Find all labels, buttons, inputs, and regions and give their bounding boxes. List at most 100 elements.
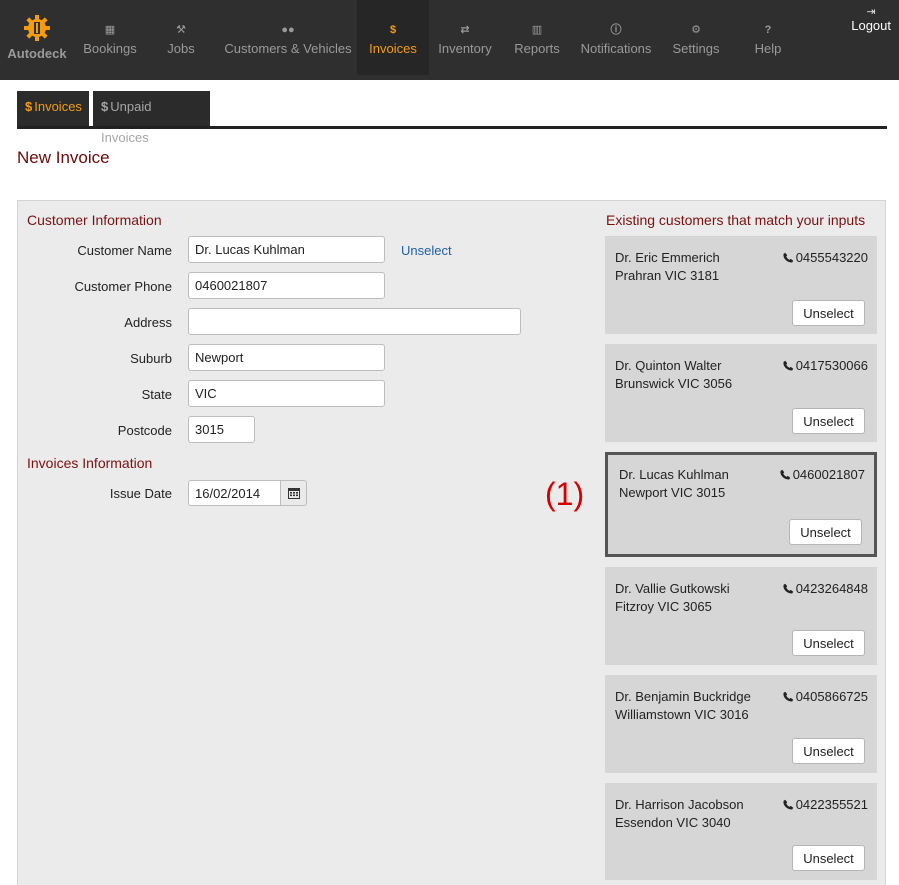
dollar-icon: $: [101, 99, 109, 114]
customer-phone-input[interactable]: [188, 272, 385, 299]
nav-label: Inventory: [438, 41, 492, 56]
state-label: State: [141, 387, 172, 402]
brand-logo[interactable]: Autodeck: [6, 14, 68, 61]
customer-name: Dr. Harrison Jacobson: [615, 797, 744, 812]
unselect-button[interactable]: Unselect: [792, 845, 865, 871]
cogs-icon: ⚙: [691, 24, 701, 36]
customer-location: Prahran VIC 3181: [615, 268, 720, 283]
customer-phone: 0417530066: [783, 357, 868, 375]
phone-number: 0460021807: [792, 467, 865, 482]
tab-label: Invoices: [34, 99, 82, 114]
unselect-button[interactable]: Unselect: [792, 408, 865, 434]
customer-name: Dr. Vallie Gutkowski: [615, 581, 730, 596]
invoice-subtabs: $ Invoices $ Unpaid Invoices: [17, 91, 887, 145]
unselect-button[interactable]: Unselect: [789, 519, 862, 545]
customer-name: Dr. Quinton Walter: [615, 358, 722, 373]
issue-date-input[interactable]: [188, 480, 281, 506]
phone-icon: [783, 360, 793, 371]
dollar-icon: $: [389, 24, 397, 36]
postcode-input[interactable]: [188, 416, 255, 443]
customer-name: Dr. Benjamin Buckridge: [615, 689, 751, 704]
exchange-icon: ⇄: [460, 24, 470, 36]
tab-label: Unpaid Invoices: [101, 99, 152, 145]
nav-jobs[interactable]: ⚒ Jobs: [158, 0, 204, 75]
info-icon: ⓘ: [610, 24, 622, 36]
unselect-button[interactable]: Unselect: [792, 738, 865, 764]
nav-label: Reports: [514, 41, 560, 56]
phone-icon: [783, 691, 793, 702]
unselect-link[interactable]: Unselect: [401, 243, 452, 258]
phone-number: 0455543220: [795, 250, 868, 265]
customer-name-input[interactable]: [188, 236, 385, 263]
nav-label: Help: [754, 41, 782, 56]
suburb-input[interactable]: [188, 344, 385, 371]
customer-location: Brunswick VIC 3056: [615, 376, 733, 391]
customer-location: Fitzroy VIC 3065: [615, 599, 712, 614]
nav-help[interactable]: ? Help: [748, 0, 788, 75]
matches-heading: Existing customers that match your input…: [606, 212, 866, 228]
phone-icon: [783, 799, 793, 810]
tab-unpaid-invoices[interactable]: $ Unpaid Invoices: [93, 91, 210, 145]
nav-label: Customers & Vehicles: [224, 41, 352, 56]
brand-name: Autodeck: [7, 46, 67, 61]
logout-button[interactable]: ⇥ Logout: [851, 6, 891, 33]
nav-label: Bookings: [83, 41, 137, 56]
nav-inventory[interactable]: ⇄ Inventory: [434, 0, 496, 75]
customer-name: Dr. Lucas Kuhlman: [619, 467, 729, 482]
nav-customers-vehicles[interactable]: ●● Customers & Vehicles: [220, 0, 356, 75]
nav-invoices[interactable]: $ Invoices: [357, 0, 429, 75]
page-title: New Invoice: [17, 148, 110, 167]
nav-label: Notifications: [580, 41, 652, 56]
state-input[interactable]: [188, 380, 385, 407]
customer-phone: 0422355521: [783, 796, 868, 814]
nav-reports[interactable]: ▥ Reports: [508, 0, 566, 75]
nav-label: Invoices: [369, 41, 417, 56]
top-navbar: Autodeck ▦ Bookings ⚒ Jobs ●● Customers …: [0, 0, 899, 80]
issue-date-label: Issue Date: [109, 486, 172, 501]
nav-label: Settings: [672, 41, 720, 56]
nav-label: Jobs: [167, 41, 195, 56]
phone-number: 0405866725: [795, 689, 868, 704]
phone-number: 0417530066: [795, 358, 868, 373]
calendar-icon: ▦: [104, 24, 116, 36]
nav-bookings[interactable]: ▦ Bookings: [78, 0, 142, 75]
tab-invoices[interactable]: $ Invoices: [17, 91, 89, 126]
calendar-icon: [287, 488, 300, 499]
gear-logo-icon: [24, 15, 50, 41]
wrench-icon: ⚒: [176, 24, 186, 36]
unselect-button[interactable]: Unselect: [792, 300, 865, 326]
unselect-button[interactable]: Unselect: [792, 630, 865, 656]
customer-name-label: Customer Name: [77, 243, 172, 258]
phone-icon: [783, 583, 793, 594]
nav-notifications[interactable]: ⓘ Notifications: [578, 0, 654, 75]
customer-match-card-selected[interactable]: Dr. Lucas Kuhlman Newport VIC 3015 04600…: [605, 452, 877, 557]
customer-phone: 0423264848: [783, 580, 868, 598]
customer-match-card[interactable]: Dr. Vallie Gutkowski Fitzroy VIC 3065 04…: [605, 567, 877, 665]
customer-name: Dr. Eric Emmerich: [615, 250, 720, 265]
suburb-label: Suburb: [130, 351, 172, 366]
sign-out-icon: ⇥: [866, 6, 876, 18]
phone-icon: [783, 252, 793, 263]
users-icon: ●●: [281, 24, 295, 36]
customer-match-card[interactable]: Dr. Benjamin Buckridge Williamstown VIC …: [605, 675, 877, 773]
logout-label: Logout: [851, 18, 891, 33]
nav-settings[interactable]: ⚙ Settings: [668, 0, 724, 75]
invoice-info-heading: Invoices Information: [27, 455, 153, 471]
customer-location: Newport VIC 3015: [619, 485, 726, 500]
dollar-icon: $: [25, 99, 33, 114]
customer-phone: 0405866725: [783, 688, 868, 706]
customer-match-card[interactable]: Dr. Eric Emmerich Prahran VIC 3181 04555…: [605, 236, 877, 334]
customer-match-card[interactable]: Dr. Quinton Walter Brunswick VIC 3056 04…: [605, 344, 877, 442]
customer-location: Williamstown VIC 3016: [615, 707, 749, 722]
calendar-button[interactable]: [281, 480, 307, 506]
postcode-label: Postcode: [117, 423, 172, 438]
customer-info-heading: Customer Information: [27, 212, 162, 228]
phone-number: 0422355521: [795, 797, 868, 812]
customer-phone-label: Customer Phone: [74, 279, 172, 294]
bar-chart-icon: ▥: [531, 24, 543, 36]
phone-number: 0423264848: [795, 581, 868, 596]
address-label: Address: [124, 315, 172, 330]
address-input[interactable]: [188, 308, 521, 335]
annotation-marker: (1): [545, 476, 585, 512]
customer-match-card[interactable]: Dr. Harrison Jacobson Essendon VIC 3040 …: [605, 783, 877, 880]
